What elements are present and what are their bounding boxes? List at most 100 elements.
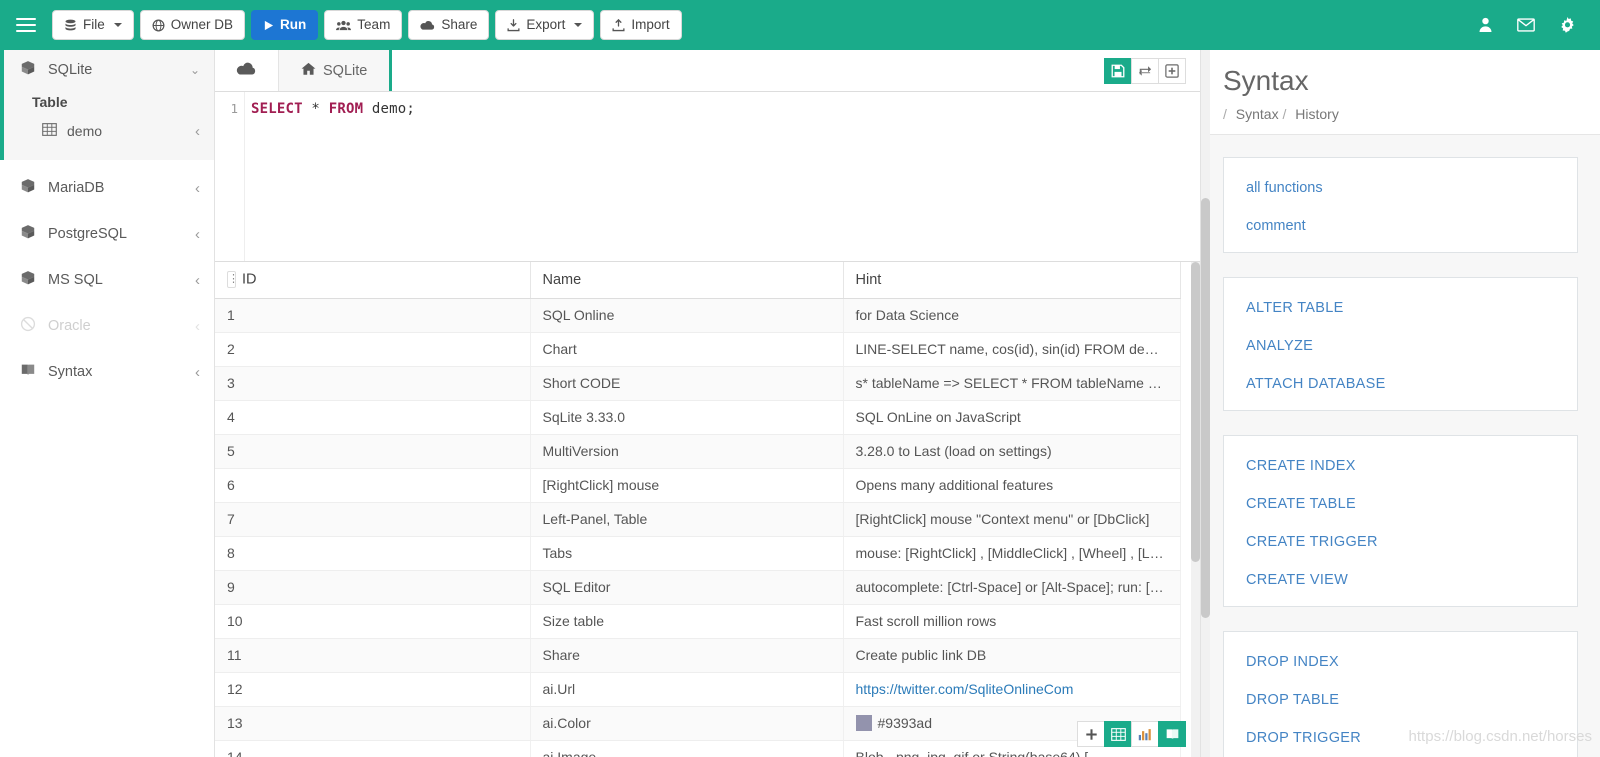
syntax-link-all-functions[interactable]: all functions — [1246, 180, 1577, 196]
gear-icon[interactable] — [1559, 16, 1576, 34]
chevron-left-icon[interactable]: ‹ — [195, 272, 200, 289]
sidebar-item-sqlite[interactable]: SQLite ⌄ — [4, 50, 214, 90]
column-header-id[interactable]: ⋮ ID — [215, 262, 531, 299]
cell-name[interactable]: Tabs — [530, 536, 844, 571]
add-tab-button[interactable] — [1158, 57, 1186, 84]
cell-name[interactable]: Size table — [530, 604, 844, 639]
chevron-down-icon[interactable]: ⌄ — [190, 63, 200, 77]
cell-name[interactable]: Share — [530, 638, 844, 673]
cell-id[interactable]: 8 — [215, 536, 531, 571]
breadcrumb-item-syntax[interactable]: Syntax — [1236, 106, 1279, 122]
syntax-link-comment[interactable]: comment — [1246, 218, 1577, 234]
syntax-link-drop-table[interactable]: DROP TABLE — [1246, 692, 1577, 708]
table-row[interactable]: 4 SqLite 3.33.0 SQL OnLine on JavaScript — [215, 400, 1181, 435]
syntax-link-drop-trigger[interactable]: DROP TRIGGER — [1246, 730, 1577, 746]
table-row[interactable]: 9 SQL Editor autocomplete: [Ctrl-Space] or… — [215, 570, 1181, 605]
cell-id[interactable]: 1 — [215, 298, 531, 333]
share-button[interactable]: Share — [408, 10, 490, 40]
cell-id[interactable]: 7 — [215, 502, 531, 537]
chevron-left-icon[interactable]: ‹ — [195, 180, 200, 197]
chevron-left-icon[interactable]: ‹ — [195, 123, 200, 140]
table-row[interactable]: 7 Left-Panel, Table [RightClick] mouse "Co… — [215, 502, 1181, 537]
cell-name[interactable]: Left-Panel, Table — [530, 502, 844, 537]
cell-id[interactable]: 14 — [215, 740, 531, 757]
hamburger-icon[interactable] — [0, 0, 52, 50]
table-row[interactable]: 2 Chart LINE-SELECT name, cos(id), sin(id)… — [215, 332, 1181, 367]
cell-hint[interactable]: for Data Science — [843, 298, 1181, 333]
tab-cloud[interactable] — [215, 50, 279, 91]
column-header-hint[interactable]: Hint — [843, 262, 1181, 299]
owner-db-button[interactable]: Owner DB — [139, 10, 246, 40]
cell-hint[interactable]: [RightClick] mouse "Context menu" or [Db… — [843, 502, 1181, 537]
cell-id[interactable]: 12 — [215, 672, 531, 707]
cell-id[interactable]: 4 — [215, 400, 531, 435]
syntax-link-analyze[interactable]: ANALYZE — [1246, 338, 1577, 354]
table-row[interactable]: 12 ai.Url https://twitter.com/SqliteOnline… — [215, 672, 1181, 707]
table-row[interactable]: 6 [RightClick] mouse Opens many additional… — [215, 468, 1181, 503]
table-view-button[interactable] — [1104, 721, 1132, 747]
results-vertical-scrollbar[interactable] — [1191, 262, 1200, 757]
refresh-sync-button[interactable] — [1131, 57, 1159, 84]
cell-id[interactable]: 13 — [215, 706, 531, 741]
cell-id[interactable]: 6 — [215, 468, 531, 503]
table-row[interactable]: 14 ai.Image Blob - png, jpg, gif or String… — [215, 740, 1181, 757]
table-row[interactable]: 10 Size table Fast scroll million rows — [215, 604, 1181, 639]
tab-sqlite[interactable]: SQLite — [279, 50, 393, 91]
add-row-button[interactable] — [1077, 721, 1105, 747]
sql-editor[interactable]: 1 SELECT * FROM demo; — [215, 92, 1200, 262]
sidebar-item-mariadb[interactable]: MariaDB ‹ — [4, 168, 214, 208]
table-row[interactable]: 5 MultiVersion 3.28.0 to Last (load on set… — [215, 434, 1181, 469]
user-icon[interactable] — [1478, 17, 1493, 33]
results-grid[interactable]: ⋮ ID Name Hint 1 SQL Online for Data Scienc… — [215, 262, 1200, 757]
cell-id[interactable]: 3 — [215, 366, 531, 401]
table-row[interactable]: 1 SQL Online for Data Science — [215, 298, 1181, 333]
cell-name[interactable]: SqLite 3.33.0 — [530, 400, 844, 435]
breadcrumb-item-history[interactable]: History — [1295, 106, 1339, 122]
book-view-button[interactable] — [1158, 721, 1186, 747]
save-button[interactable] — [1104, 57, 1132, 84]
cell-name[interactable]: [RightClick] mouse — [530, 468, 844, 503]
cell-name[interactable]: Short CODE — [530, 366, 844, 401]
cell-hint[interactable]: https://twitter.com/SqliteOnlineCom — [843, 672, 1181, 707]
cell-hint[interactable]: 3.28.0 to Last (load on settings) — [843, 434, 1181, 469]
syntax-link-alter-table[interactable]: ALTER TABLE — [1246, 300, 1577, 316]
sidebar-item-ms-sql[interactable]: MS SQL ‹ — [4, 260, 214, 300]
cell-name[interactable]: ai.Image — [530, 740, 844, 757]
syntax-link-create-table[interactable]: CREATE TABLE — [1246, 496, 1577, 512]
export-button[interactable]: Export — [495, 10, 595, 40]
sidebar-item-syntax[interactable]: Syntax ‹ — [4, 352, 214, 392]
cell-hint[interactable]: s* tableName => SELECT * FROM tableName … — [843, 366, 1181, 401]
cell-id[interactable]: 10 — [215, 604, 531, 639]
cell-id[interactable]: 2 — [215, 332, 531, 367]
chevron-left-icon[interactable]: ‹ — [195, 226, 200, 243]
sidebar-item-postgresql[interactable]: PostgreSQL ‹ — [4, 214, 214, 254]
cell-hint[interactable]: mouse: [RightClick] , [MiddleClick] , [W… — [843, 536, 1181, 571]
cell-hint[interactable]: Create public link DB — [843, 638, 1181, 673]
cell-name[interactable]: SQL Editor — [530, 570, 844, 605]
cell-name[interactable]: ai.Color — [530, 706, 844, 741]
syntax-link-drop-index[interactable]: DROP INDEX — [1246, 654, 1577, 670]
table-row[interactable]: 8 Tabs mouse: [RightClick] , [MiddleClick]… — [215, 536, 1181, 571]
cell-name[interactable]: Chart — [530, 332, 844, 367]
cell-hint[interactable]: Fast scroll million rows — [843, 604, 1181, 639]
syntax-link-create-view[interactable]: CREATE VIEW — [1246, 572, 1577, 588]
import-button[interactable]: Import — [600, 10, 682, 40]
cell-hint[interactable]: LINE-SELECT name, cos(id), sin(id) FROM … — [843, 332, 1181, 367]
chart-view-button[interactable] — [1131, 721, 1159, 747]
cell-name[interactable]: ai.Url — [530, 672, 844, 707]
syntax-link-create-trigger[interactable]: CREATE TRIGGER — [1246, 534, 1577, 550]
file-button[interactable]: File — [52, 10, 134, 40]
table-row[interactable]: 3 Short CODE s* tableName => SELECT * FROM… — [215, 366, 1181, 401]
run-button[interactable]: Run — [251, 10, 319, 40]
column-header-name[interactable]: Name — [530, 262, 844, 299]
scrollbar-thumb[interactable] — [1191, 262, 1200, 562]
cell-hint[interactable]: SQL OnLine on JavaScript — [843, 400, 1181, 435]
cell-name[interactable]: MultiVersion — [530, 434, 844, 469]
cell-name[interactable]: SQL Online — [530, 298, 844, 333]
chevron-left-icon[interactable]: ‹ — [195, 364, 200, 381]
mail-icon[interactable] — [1517, 18, 1535, 32]
table-row[interactable]: 13 ai.Color #9393ad — [215, 706, 1181, 741]
sidebar-table-demo[interactable]: demo ‹ — [4, 116, 214, 146]
team-button[interactable]: Team — [324, 10, 403, 40]
cell-id[interactable]: 9 — [215, 570, 531, 605]
